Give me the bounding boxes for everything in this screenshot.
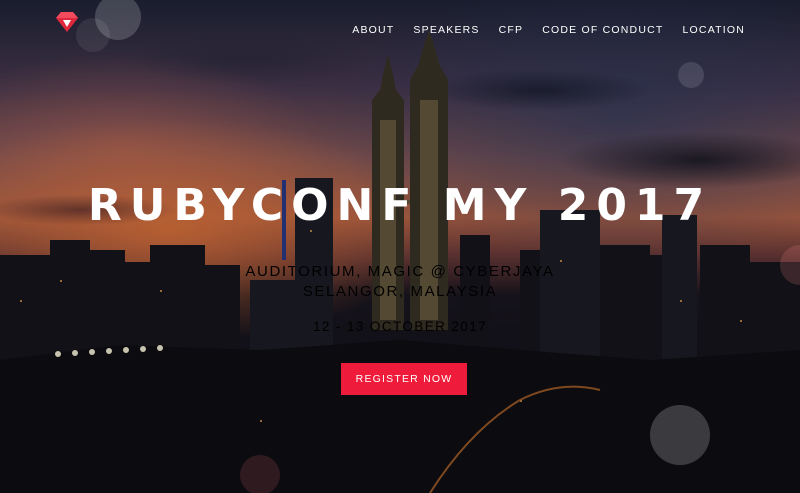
top-navbar: ABOUT SPEAKERS CFP CODE OF CONDUCT LOCAT… <box>0 0 800 48</box>
bokeh-light <box>650 405 710 465</box>
hero-section: ABOUT SPEAKERS CFP CODE OF CONDUCT LOCAT… <box>0 0 800 493</box>
nav-about[interactable]: ABOUT <box>352 24 394 36</box>
main-menu: ABOUT SPEAKERS CFP CODE OF CONDUCT LOCAT… <box>352 18 745 37</box>
venue-line-2: SELANGOR, MALAYSIA <box>302 283 498 300</box>
nav-location[interactable]: LOCATION <box>683 24 746 36</box>
register-now-button[interactable]: REGISTER NOW <box>341 363 467 395</box>
nav-speakers[interactable]: SPEAKERS <box>413 24 479 36</box>
conference-title: RUBYCONF MY 2017 <box>87 180 713 231</box>
nav-cfp[interactable]: CFP <box>499 24 524 36</box>
ruby-gem-icon[interactable] <box>55 11 79 33</box>
nav-code-of-conduct[interactable]: CODE OF CONDUCT <box>542 24 663 36</box>
bokeh-light <box>678 62 704 88</box>
bokeh-light <box>240 455 280 493</box>
event-dates: 12 - 13 OCTOBER 2017 <box>312 319 488 334</box>
venue-info: AUDITORIUM, MAGIC @ CYBERJAYA SELANGOR, … <box>0 262 800 302</box>
venue-line-1: AUDITORIUM, MAGIC @ CYBERJAYA <box>245 263 555 280</box>
